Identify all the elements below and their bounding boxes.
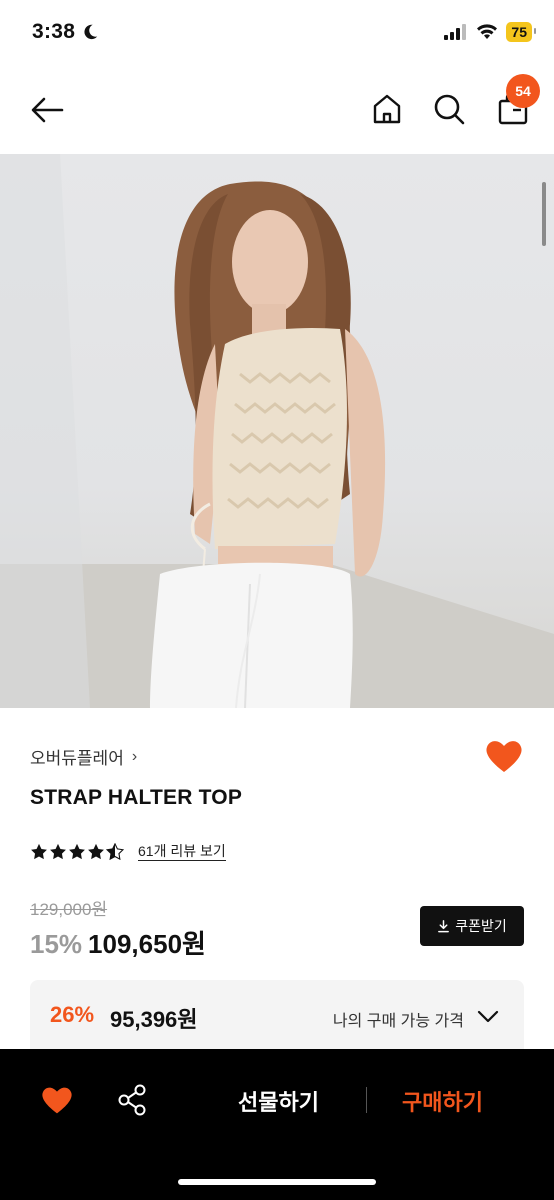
nav-header bbox=[0, 66, 554, 154]
heart-icon[interactable] bbox=[40, 1085, 74, 1115]
discount-percent: 15% bbox=[30, 929, 83, 959]
star-full-icon bbox=[88, 843, 104, 859]
star-full-icon bbox=[50, 843, 66, 859]
bottom-action-bar: 선물하기 구매하기 bbox=[0, 1049, 554, 1200]
home-icon[interactable] bbox=[368, 90, 406, 128]
brand-name: 오버듀플레어 bbox=[30, 749, 124, 768]
product-image[interactable] bbox=[0, 154, 554, 708]
star-full-icon bbox=[69, 843, 85, 859]
chevron-right-icon: › bbox=[131, 747, 138, 765]
buy-button[interactable]: 구매하기 bbox=[402, 1085, 483, 1117]
gift-button[interactable]: 선물하기 bbox=[238, 1085, 319, 1117]
image-scroll-indicator bbox=[542, 182, 546, 246]
status-time: 3:38 bbox=[32, 20, 99, 44]
button-divider bbox=[366, 1087, 367, 1113]
my-price-box[interactable]: 26% 95,396원 나의 구매 가능 가격 bbox=[30, 980, 524, 1050]
product-title: STRAP HALTER TOP bbox=[30, 786, 243, 809]
chevron-down-icon bbox=[477, 1010, 499, 1023]
review-link[interactable]: 61개 리뷰 보기 bbox=[138, 842, 226, 861]
my-price-value: 95,396원 bbox=[110, 1007, 198, 1032]
star-full-icon bbox=[31, 843, 47, 859]
rating-row: 61개 리뷰 보기 bbox=[30, 842, 226, 861]
star-half-icon bbox=[106, 842, 124, 860]
time-text: 3:38 bbox=[32, 20, 76, 43]
battery-indicator: 75 bbox=[506, 22, 536, 42]
search-icon[interactable] bbox=[430, 90, 468, 128]
download-icon bbox=[438, 919, 450, 932]
product-photo bbox=[0, 154, 554, 708]
share-icon[interactable] bbox=[116, 1083, 148, 1117]
coupon-button[interactable]: 쿠폰받기 bbox=[420, 906, 524, 946]
wishlist-heart-icon[interactable] bbox=[484, 738, 524, 774]
cart-count-badge: 54 bbox=[506, 74, 540, 108]
status-icons: 75 bbox=[444, 22, 536, 42]
signal-icon bbox=[444, 24, 467, 40]
sale-price: 109,650원 bbox=[88, 929, 206, 959]
wifi-icon bbox=[477, 24, 498, 39]
brand-link[interactable]: 오버듀플레어 › bbox=[30, 744, 137, 769]
rating-stars bbox=[30, 842, 124, 861]
back-arrow-icon[interactable] bbox=[28, 90, 68, 130]
moon-icon bbox=[84, 24, 98, 40]
my-price-label: 나의 구매 가능 가격 bbox=[332, 1013, 464, 1030]
original-price: 129,000원 bbox=[30, 900, 108, 919]
my-price-discount: 26% bbox=[50, 1002, 95, 1027]
home-indicator bbox=[178, 1179, 376, 1185]
status-bar: 3:38 75 bbox=[0, 0, 554, 66]
coupon-button-label: 쿠폰받기 bbox=[455, 918, 507, 934]
price-row: 15% 109,650원 bbox=[30, 924, 206, 961]
